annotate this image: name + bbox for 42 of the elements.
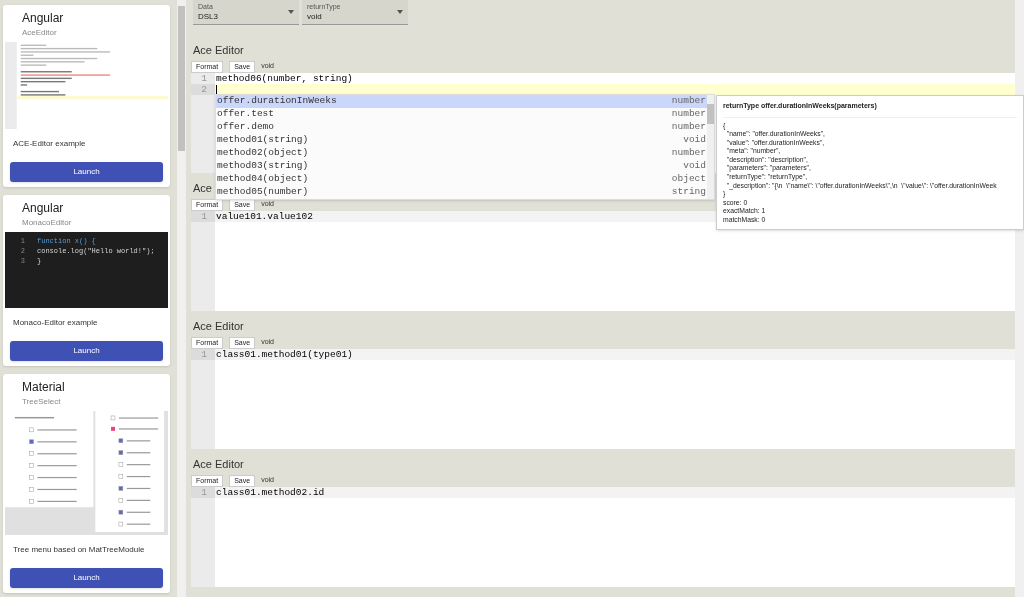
suggestion-item[interactable]: offer.test number: [216, 108, 707, 121]
code-line: method06(number, string): [216, 73, 353, 84]
card-description: Tree menu based on MatTreeModule: [13, 545, 145, 555]
caret-icon: [288, 10, 294, 14]
card-title: Angular: [22, 200, 65, 217]
suggestion-item[interactable]: offer.demo number: [216, 121, 707, 134]
card-subtitle: MonacoEditor: [22, 217, 73, 229]
caret-icon: [397, 10, 403, 14]
text-cursor: [216, 84, 217, 95]
line-number: 1: [200, 73, 208, 84]
code-line: value101.value102: [216, 211, 313, 222]
suggestion-item[interactable]: method01(string) void: [216, 134, 707, 147]
suggestion-item[interactable]: offer.durationInWeeks number: [216, 95, 707, 108]
line-number: 1: [191, 349, 215, 360]
section-heading: Ace Editor: [193, 320, 244, 332]
line-number: 2: [191, 84, 215, 95]
launch-button[interactable]: Launch: [10, 568, 163, 588]
suggestion-item[interactable]: method04(object) object: [216, 173, 707, 186]
line-number: 1: [191, 211, 215, 222]
section-heading: Ace: [193, 182, 212, 194]
launch-button[interactable]: Launch: [10, 162, 163, 182]
scrollbar-thumb[interactable]: [707, 104, 714, 124]
launch-button[interactable]: Launch: [10, 341, 163, 361]
line-number: 1: [191, 487, 215, 498]
card-subtitle: AceEditor: [22, 27, 58, 39]
card-description: Monaco-Editor example: [13, 318, 98, 328]
card-title: Angular: [22, 10, 65, 27]
suggestion-item[interactable]: method03(string) void: [216, 160, 707, 173]
section-heading: Ace Editor: [193, 44, 244, 56]
card-subtitle: TreeSelect: [22, 396, 62, 408]
card-description: ACE-Editor example: [13, 139, 86, 149]
card-title: Material: [22, 379, 66, 396]
suggestion-item[interactable]: method05(number) string: [216, 186, 707, 199]
scrollbar-thumb[interactable]: [178, 6, 185, 151]
scrollbar[interactable]: [177, 0, 186, 597]
code-line: class01.method02.id: [216, 487, 325, 498]
code-editor[interactable]: 1 class01.method01(type01): [191, 349, 1015, 449]
section-heading: Ace Editor: [193, 458, 244, 470]
code-line: class01.method01(type01): [216, 349, 353, 360]
suggestion-item[interactable]: method02(object) number: [216, 147, 707, 160]
scrollbar[interactable]: [707, 95, 714, 199]
code-editor[interactable]: 1 class01.method02.id: [191, 487, 1015, 587]
